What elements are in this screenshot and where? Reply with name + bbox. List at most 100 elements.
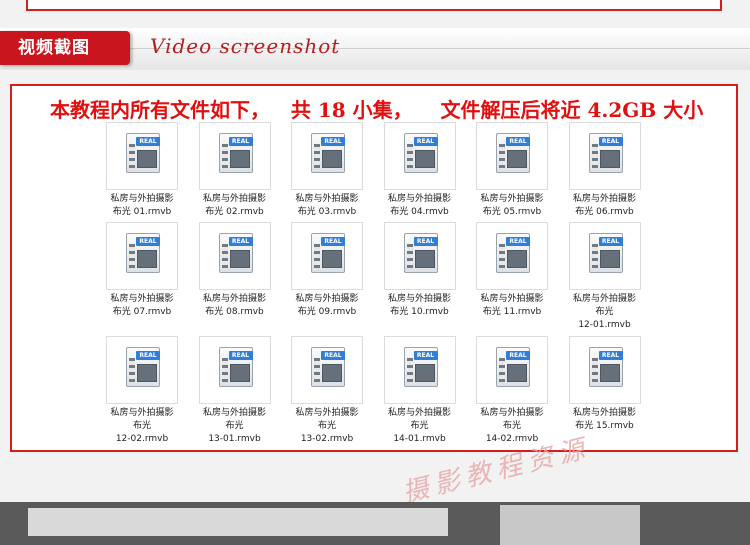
realplayer-file-icon: REAL — [496, 133, 530, 173]
file-name[interactable]: 私房与外拍摄影 布光 13-02.rmvb — [282, 407, 372, 446]
file-thumbnail[interactable]: REAL — [568, 122, 641, 190]
film-strip-icon — [314, 358, 320, 382]
file-name[interactable]: 私房与外拍摄影 布光 14-01.rmvb — [375, 407, 465, 446]
file-name-line1: 私房与外拍摄影 — [572, 194, 636, 204]
file-item[interactable]: REAL 私房与外拍摄影 布光 07.rmvb — [97, 222, 187, 319]
file-item[interactable]: REAL 私房与外拍摄影 布光 12-02.rmvb — [97, 336, 187, 446]
file-name-line1: 私房与外拍摄影 — [480, 408, 544, 418]
file-name[interactable]: 私房与外拍摄影 布光 07.rmvb — [97, 293, 187, 319]
notice-text: 本教程内所有文件如下， 共 18 小集， 文件解压后将近 4.2GB 大小 — [50, 98, 704, 122]
video-screen-icon — [229, 150, 250, 168]
real-badge: REAL — [598, 237, 623, 246]
video-screen-icon — [137, 150, 157, 168]
film-strip-icon — [499, 358, 505, 382]
file-name-line1: 私房与外拍摄影 — [387, 294, 451, 304]
file-thumbnail[interactable]: REAL — [568, 222, 641, 290]
realplayer-file-icon: REAL — [588, 233, 623, 273]
next-image-highlight — [28, 508, 448, 536]
file-name-line1: 私房与外拍摄影 — [110, 194, 174, 204]
file-item[interactable]: REAL 私房与外拍摄影 布光 11.rmvb — [467, 222, 557, 319]
file-thumbnail[interactable]: REAL — [476, 222, 548, 290]
real-badge: REAL — [506, 237, 530, 246]
film-strip-icon — [406, 358, 413, 382]
file-item[interactable]: REAL 私房与外拍摄影 布光 15.rmvb — [560, 336, 650, 433]
file-item[interactable]: REAL 私房与外拍摄影 布光 03.rmvb — [282, 122, 372, 219]
file-thumbnail[interactable]: REAL — [476, 122, 548, 190]
file-name[interactable]: 私房与外拍摄影 布光 11.rmvb — [467, 293, 557, 319]
realplayer-file-icon: REAL — [496, 233, 530, 273]
film-strip-icon — [591, 244, 598, 268]
file-name-line1: 私房与外拍摄影 — [295, 194, 359, 204]
file-name[interactable]: 私房与外拍摄影 布光 13-01.rmvb — [190, 407, 280, 446]
file-item[interactable]: REAL 私房与外拍摄影 布光 13-02.rmvb — [282, 336, 372, 446]
real-badge: REAL — [136, 237, 160, 246]
real-badge: REAL — [321, 351, 345, 360]
file-thumbnail[interactable]: REAL — [198, 222, 271, 290]
top-frame — [26, 0, 722, 11]
file-item[interactable]: REAL 私房与外拍摄影 布光 14-02.rmvb — [467, 336, 557, 446]
file-thumbnail[interactable]: REAL — [106, 122, 178, 190]
file-item[interactable]: REAL 私房与外拍摄影 布光 12-01.rmvb — [560, 222, 650, 332]
file-name-line3: 13-02.rmvb — [300, 434, 354, 444]
file-thumbnail[interactable]: REAL — [383, 336, 456, 404]
file-item[interactable]: REAL 私房与外拍摄影 布光 01.rmvb — [97, 122, 187, 219]
file-item[interactable]: REAL 私房与外拍摄影 布光 13-01.rmvb — [190, 336, 280, 446]
film-strip-icon — [221, 244, 228, 268]
file-thumbnail[interactable]: REAL — [476, 336, 548, 404]
video-screen-icon — [137, 364, 157, 382]
file-thumbnail[interactable]: REAL — [198, 336, 271, 404]
real-badge: REAL — [506, 137, 530, 146]
video-screen-icon — [599, 250, 620, 268]
file-name-line1: 私房与外拍摄影 — [202, 408, 266, 418]
file-thumbnail[interactable]: REAL — [383, 122, 456, 190]
file-name[interactable]: 私房与外拍摄影 布光 12-01.rmvb — [560, 293, 650, 332]
file-name[interactable]: 私房与外拍摄影 布光 03.rmvb — [282, 193, 372, 219]
file-thumbnail[interactable]: REAL — [383, 222, 456, 290]
file-name[interactable]: 私房与外拍摄影 布光 08.rmvb — [190, 293, 280, 319]
section-title: 视频截图 — [0, 31, 130, 65]
file-item[interactable]: REAL 私房与外拍摄影 布光 05.rmvb — [467, 122, 557, 219]
file-name[interactable]: 私房与外拍摄影 布光 06.rmvb — [560, 193, 650, 219]
file-name-line1: 私房与外拍摄影 — [110, 408, 174, 418]
file-item[interactable]: REAL 私房与外拍摄影 布光 08.rmvb — [190, 222, 280, 319]
file-thumbnail[interactable]: REAL — [291, 122, 363, 190]
file-name-line1: 私房与外拍摄影 — [110, 294, 174, 304]
file-name-line3: 12-01.rmvb — [578, 320, 631, 330]
file-name[interactable]: 私房与外拍摄影 布光 05.rmvb — [467, 193, 557, 219]
file-name[interactable]: 私房与外拍摄影 布光 01.rmvb — [97, 193, 187, 219]
file-name-line2: 布光 — [410, 421, 429, 431]
film-strip-icon — [314, 244, 320, 268]
file-name-line3: 14-01.rmvb — [393, 434, 446, 444]
file-name[interactable]: 私房与外拍摄影 布光 04.rmvb — [375, 193, 465, 219]
file-name-line2: 布光 09.rmvb — [297, 307, 357, 317]
film-strip-icon — [591, 358, 598, 382]
realplayer-file-icon: REAL — [588, 347, 623, 387]
film-strip-icon — [406, 144, 413, 168]
file-thumbnail[interactable]: REAL — [291, 336, 363, 404]
file-item[interactable]: REAL 私房与外拍摄影 布光 14-01.rmvb — [375, 336, 465, 446]
video-screen-icon — [414, 150, 435, 168]
real-badge: REAL — [321, 137, 345, 146]
file-item[interactable]: REAL 私房与外拍摄影 布光 04.rmvb — [375, 122, 465, 219]
file-item[interactable]: REAL 私房与外拍摄影 布光 10.rmvb — [375, 222, 465, 319]
file-name[interactable]: 私房与外拍摄影 布光 10.rmvb — [375, 293, 465, 319]
file-thumbnail[interactable]: REAL — [568, 336, 641, 404]
file-thumbnail[interactable]: REAL — [106, 222, 178, 290]
real-badge: REAL — [228, 351, 253, 360]
file-name[interactable]: 私房与外拍摄影 布光 09.rmvb — [282, 293, 372, 319]
real-badge: REAL — [506, 351, 530, 360]
video-screen-icon — [137, 250, 157, 268]
film-strip-icon — [221, 144, 228, 168]
file-thumbnail[interactable]: REAL — [198, 122, 271, 190]
video-screen-icon — [322, 250, 342, 268]
file-name-line2: 布光 02.rmvb — [205, 207, 264, 217]
file-name[interactable]: 私房与外拍摄影 布光 12-02.rmvb — [97, 407, 187, 446]
file-item[interactable]: REAL 私房与外拍摄影 布光 02.rmvb — [190, 122, 280, 219]
file-item[interactable]: REAL 私房与外拍摄影 布光 09.rmvb — [282, 222, 372, 319]
file-name[interactable]: 私房与外拍摄影 布光 02.rmvb — [190, 193, 280, 219]
file-thumbnail[interactable]: REAL — [106, 336, 178, 404]
file-name-line2: 布光 11.rmvb — [482, 307, 542, 317]
file-thumbnail[interactable]: REAL — [291, 222, 363, 290]
file-name-line1: 私房与外拍摄影 — [295, 408, 359, 418]
file-item[interactable]: REAL 私房与外拍摄影 布光 06.rmvb — [560, 122, 650, 219]
